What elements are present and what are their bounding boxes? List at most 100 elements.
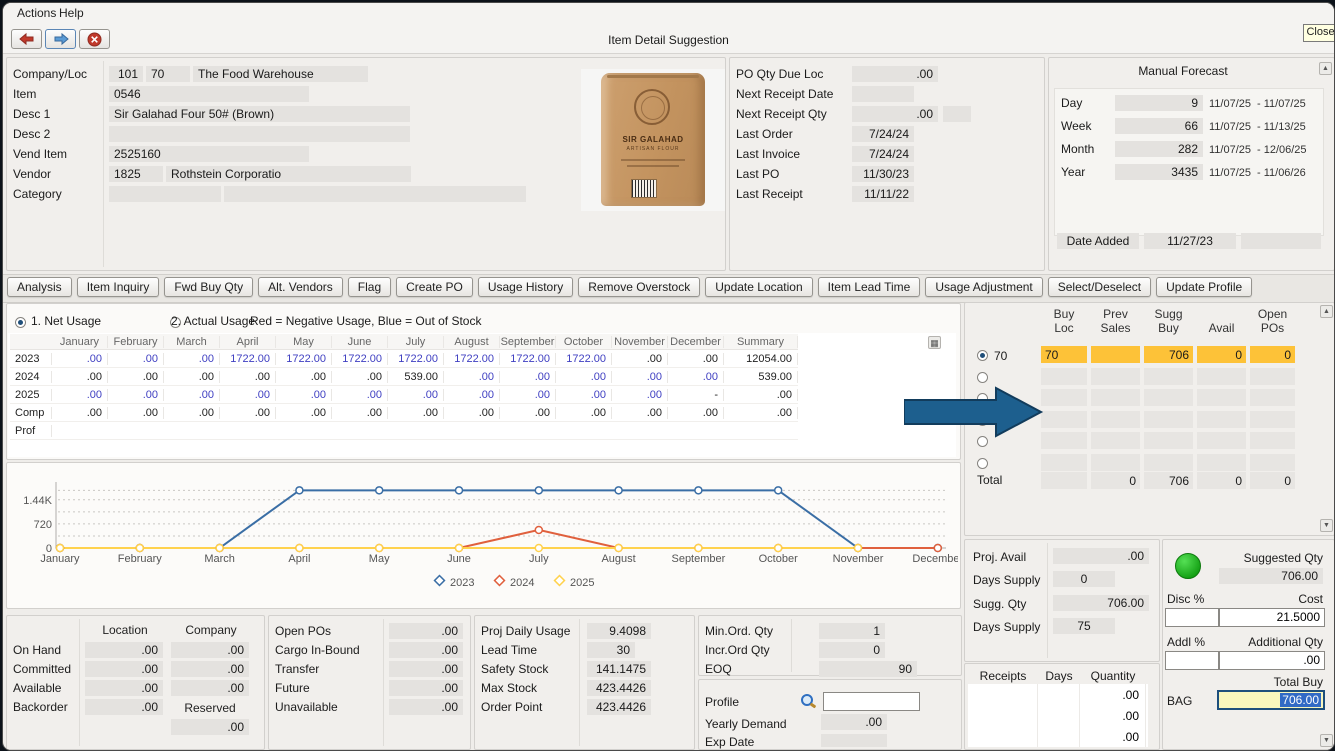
category-name-field: [224, 186, 526, 202]
usage-cell: .00: [164, 353, 220, 365]
action-button-analysis[interactable]: Analysis: [7, 277, 72, 297]
usage-table-body: 2023.00.00.001722.001722.001722.001722.0…: [10, 350, 798, 440]
on-hand-company-field: .00: [171, 642, 249, 658]
forecast-week-to: - 11/13/25: [1257, 119, 1306, 135]
disc-percent-input[interactable]: [1165, 608, 1219, 627]
receipts-header: Receipts Days Quantity: [968, 668, 1146, 684]
usage-cell: .00: [724, 389, 798, 401]
usage-cell: .00: [164, 389, 220, 401]
buy-table-cell: [1250, 368, 1295, 385]
buy-row-radio[interactable]: [977, 458, 988, 469]
usage-column-november: November: [612, 336, 668, 348]
menu-help[interactable]: Help: [59, 6, 84, 20]
total-buy-input[interactable]: 706.00: [1217, 690, 1325, 710]
action-button-select-deselect[interactable]: Select/Deselect: [1048, 277, 1151, 297]
action-button-remove-overstock[interactable]: Remove Overstock: [578, 277, 700, 297]
days-supply2-label: Days Supply: [973, 619, 1040, 635]
buy-scroll-up-button[interactable]: ▲: [1320, 305, 1333, 318]
forecast-year-field: 3435: [1115, 164, 1203, 180]
receipts-cell: [968, 684, 1038, 705]
total-buy-selected-text: 706.00: [1280, 693, 1321, 707]
bag-brand-text: SIR GALAHAD: [601, 135, 705, 144]
buy-table-row[interactable]: 7070600: [1041, 346, 1295, 363]
committed-company-field: .00: [171, 661, 249, 677]
forecast-scroll-up-button[interactable]: ▲: [1319, 62, 1332, 75]
buy-table-cell: [1250, 454, 1295, 471]
receipts-cell: .00: [1080, 726, 1146, 747]
next-receipt-qty-field: .00: [852, 106, 938, 122]
svg-text:July: July: [529, 553, 549, 565]
usage-cell: .00: [388, 407, 444, 419]
incr-ord-qty-label: Incr.Ord Qty: [705, 642, 770, 658]
additional-qty-input[interactable]: .00: [1219, 651, 1325, 670]
usage-cell: .00: [612, 407, 668, 419]
buy-scroll-down-button[interactable]: ▼: [1320, 519, 1333, 532]
action-button-bar: AnalysisItem InquiryFwd Buy QtyAlt. Vend…: [7, 277, 1252, 297]
action-button-create-po[interactable]: Create PO: [396, 277, 473, 297]
profile-input[interactable]: [823, 692, 920, 711]
action-button-update-location[interactable]: Update Location: [705, 277, 812, 297]
last-order-field: 7/24/24: [852, 126, 914, 142]
action-button-item-lead-time[interactable]: Item Lead Time: [818, 277, 921, 297]
usage-column-december: December: [668, 336, 724, 348]
usage-row-2023: 2023.00.00.001722.001722.001722.001722.0…: [10, 350, 798, 368]
company-loc-label: Company/Loc: [13, 66, 87, 82]
net-usage-radio[interactable]: [15, 317, 26, 328]
svg-text:March: March: [204, 553, 235, 565]
usage-cell: .00: [276, 407, 332, 419]
buy-row-radio[interactable]: [977, 350, 988, 361]
action-button-item-inquiry[interactable]: Item Inquiry: [77, 277, 160, 297]
company-column-header: Company: [171, 623, 251, 637]
search-icon[interactable]: [800, 693, 816, 709]
usage-cell: .00: [108, 371, 164, 383]
proj-avail-label: Proj. Avail: [973, 549, 1026, 565]
usage-cell: .00: [500, 389, 556, 401]
receipts-cell: [968, 726, 1038, 747]
action-button-alt-vendors[interactable]: Alt. Vendors: [258, 277, 343, 297]
forecast-week-from: 11/07/25: [1209, 119, 1251, 135]
usage-cell: 1722.00: [444, 353, 500, 365]
last-receipt-field: 11/11/22: [852, 186, 914, 202]
bag-logo-stamp: [634, 89, 670, 125]
po-qty-due-loc-label: PO Qty Due Loc: [736, 66, 823, 82]
buy-table-cell: [1091, 368, 1140, 385]
on-hand-location-field: .00: [85, 642, 163, 658]
safety-stock-field: 141.1475: [587, 661, 651, 677]
proj-avail-field: .00: [1053, 548, 1149, 564]
action-button-fwd-buy-qty[interactable]: Fwd Buy Qty: [164, 277, 253, 297]
grid-export-icon[interactable]: ▦: [928, 336, 941, 349]
usage-chart: 07201.44KJanuaryFebruaryMarchAprilMayJun…: [8, 464, 958, 601]
action-button-usage-history[interactable]: Usage History: [478, 277, 573, 297]
page-scroll-down-button[interactable]: ▼: [1320, 734, 1333, 747]
desc1-label: Desc 1: [13, 106, 50, 122]
buy-table-cell: 0: [1250, 346, 1295, 363]
bag-subtitle-text: ARTISAN FLOUR: [601, 146, 705, 152]
cost-label: Cost: [1243, 591, 1323, 607]
date-added-field: 11/27/23: [1144, 233, 1236, 249]
action-button-update-profile[interactable]: Update Profile: [1156, 277, 1252, 297]
last-po-field: 11/30/23: [852, 166, 914, 182]
usage-cell: .00: [724, 407, 798, 419]
svg-text:October: October: [759, 553, 798, 565]
next-receipt-date-label: Next Receipt Date: [736, 86, 833, 102]
usage-cell: .00: [332, 407, 388, 419]
planning-divider: [579, 619, 580, 746]
forecast-week-label: Week: [1061, 118, 1091, 134]
open-pos-label: Open POs: [275, 623, 331, 639]
menu-actions[interactable]: Actions: [17, 6, 56, 20]
usage-cell: 1722.00: [556, 353, 612, 365]
action-button-flag[interactable]: Flag: [348, 277, 391, 297]
cost-input[interactable]: 21.5000: [1219, 608, 1325, 627]
backorder-location-field: .00: [85, 699, 163, 715]
transfer-field: .00: [389, 661, 463, 677]
category-code-field: [109, 186, 221, 202]
sugg-buy-column-header: SuggBuy: [1144, 307, 1193, 335]
usage-column-march: March: [164, 336, 220, 348]
buy-table-row: [1041, 432, 1295, 449]
buy-table-cell: [1041, 432, 1087, 449]
buy-row-radio[interactable]: [977, 372, 988, 383]
action-button-usage-adjustment[interactable]: Usage Adjustment: [925, 277, 1042, 297]
company-field: 101: [109, 66, 143, 82]
addl-percent-input[interactable]: [1165, 651, 1219, 670]
total-buy-label: Total Buy: [1219, 674, 1323, 690]
